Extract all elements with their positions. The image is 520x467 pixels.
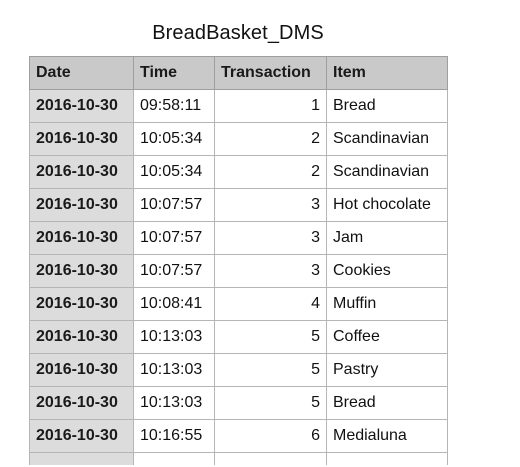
time-cell[interactable]: 10:05:34 [133, 122, 215, 156]
item-cell[interactable]: Muffin [326, 287, 448, 321]
date-cell[interactable]: 2016-10-30 [29, 188, 134, 222]
time-cell[interactable]: 10:13:03 [133, 353, 215, 387]
item-cell[interactable]: Bread [326, 386, 448, 420]
date-cell-empty[interactable] [29, 452, 134, 465]
date-cell[interactable]: 2016-10-30 [29, 89, 134, 123]
time-cell[interactable]: 10:05:34 [133, 155, 215, 189]
time-cell[interactable]: 10:08:41 [133, 287, 215, 321]
table-row: 2016-10-30 10:07:57 3 Cookies [29, 254, 448, 288]
time-cell[interactable]: 10:07:57 [133, 254, 215, 288]
date-cell[interactable]: 2016-10-30 [29, 386, 134, 420]
table-row: 2016-10-30 10:13:03 5 Coffee [29, 320, 448, 354]
item-cell[interactable]: Bread [326, 89, 448, 123]
item-cell[interactable]: Coffee [326, 320, 448, 354]
transaction-cell[interactable]: 5 [214, 386, 327, 420]
transaction-cell-empty[interactable] [214, 452, 327, 465]
time-cell-empty[interactable] [133, 452, 215, 465]
transaction-cell[interactable]: 2 [214, 122, 327, 156]
date-cell[interactable]: 2016-10-30 [29, 419, 134, 453]
transaction-cell[interactable]: 5 [214, 353, 327, 387]
date-cell[interactable]: 2016-10-30 [29, 155, 134, 189]
transaction-cell[interactable]: 4 [214, 287, 327, 321]
time-cell[interactable]: 10:13:03 [133, 386, 215, 420]
table-row: 2016-10-30 10:13:03 5 Pastry [29, 353, 448, 387]
item-cell[interactable]: Cookies [326, 254, 448, 288]
column-header-item[interactable]: Item [326, 56, 448, 90]
table-row: 2016-10-30 10:13:03 5 Bread [29, 386, 448, 420]
transaction-cell[interactable]: 6 [214, 419, 327, 453]
table-row: 2016-10-30 10:05:34 2 Scandinavian [29, 122, 448, 156]
sheet-title: BreadBasket_DMS [152, 22, 324, 44]
date-cell[interactable]: 2016-10-30 [29, 221, 134, 255]
transaction-cell[interactable]: 3 [214, 254, 327, 288]
date-cell[interactable]: 2016-10-30 [29, 320, 134, 354]
column-header-time[interactable]: Time [133, 56, 215, 90]
data-table-container: Date Time Transaction Item 2016-10-30 09… [29, 56, 448, 465]
date-cell[interactable]: 2016-10-30 [29, 287, 134, 321]
partial-row [29, 452, 448, 465]
header-row: Date Time Transaction Item [29, 56, 448, 90]
transaction-cell[interactable]: 3 [214, 221, 327, 255]
time-cell[interactable]: 10:16:55 [133, 419, 215, 453]
data-table: Date Time Transaction Item 2016-10-30 09… [29, 56, 448, 465]
transaction-cell[interactable]: 5 [214, 320, 327, 354]
table-row: 2016-10-30 10:07:57 3 Hot chocolate [29, 188, 448, 222]
item-cell[interactable]: Scandinavian [326, 155, 448, 189]
item-cell[interactable]: Scandinavian [326, 122, 448, 156]
date-cell[interactable]: 2016-10-30 [29, 353, 134, 387]
table-row: 2016-10-30 10:07:57 3 Jam [29, 221, 448, 255]
time-cell[interactable]: 10:07:57 [133, 221, 215, 255]
item-cell[interactable]: Medialuna [326, 419, 448, 453]
table-row: 2016-10-30 09:58:11 1 Bread [29, 89, 448, 123]
date-cell[interactable]: 2016-10-30 [29, 122, 134, 156]
time-cell[interactable]: 10:13:03 [133, 320, 215, 354]
column-header-transaction[interactable]: Transaction [214, 56, 327, 90]
item-cell[interactable]: Jam [326, 221, 448, 255]
table-row: 2016-10-30 10:08:41 4 Muffin [29, 287, 448, 321]
item-cell-empty[interactable] [326, 452, 448, 465]
item-cell[interactable]: Hot chocolate [326, 188, 448, 222]
item-cell[interactable]: Pastry [326, 353, 448, 387]
table-row: 2016-10-30 10:16:55 6 Medialuna [29, 419, 448, 453]
column-header-date[interactable]: Date [29, 56, 134, 90]
transaction-cell[interactable]: 3 [214, 188, 327, 222]
time-cell[interactable]: 10:07:57 [133, 188, 215, 222]
transaction-cell[interactable]: 2 [214, 155, 327, 189]
date-cell[interactable]: 2016-10-30 [29, 254, 134, 288]
transaction-cell[interactable]: 1 [214, 89, 327, 123]
table-row: 2016-10-30 10:05:34 2 Scandinavian [29, 155, 448, 189]
time-cell[interactable]: 09:58:11 [133, 89, 215, 123]
